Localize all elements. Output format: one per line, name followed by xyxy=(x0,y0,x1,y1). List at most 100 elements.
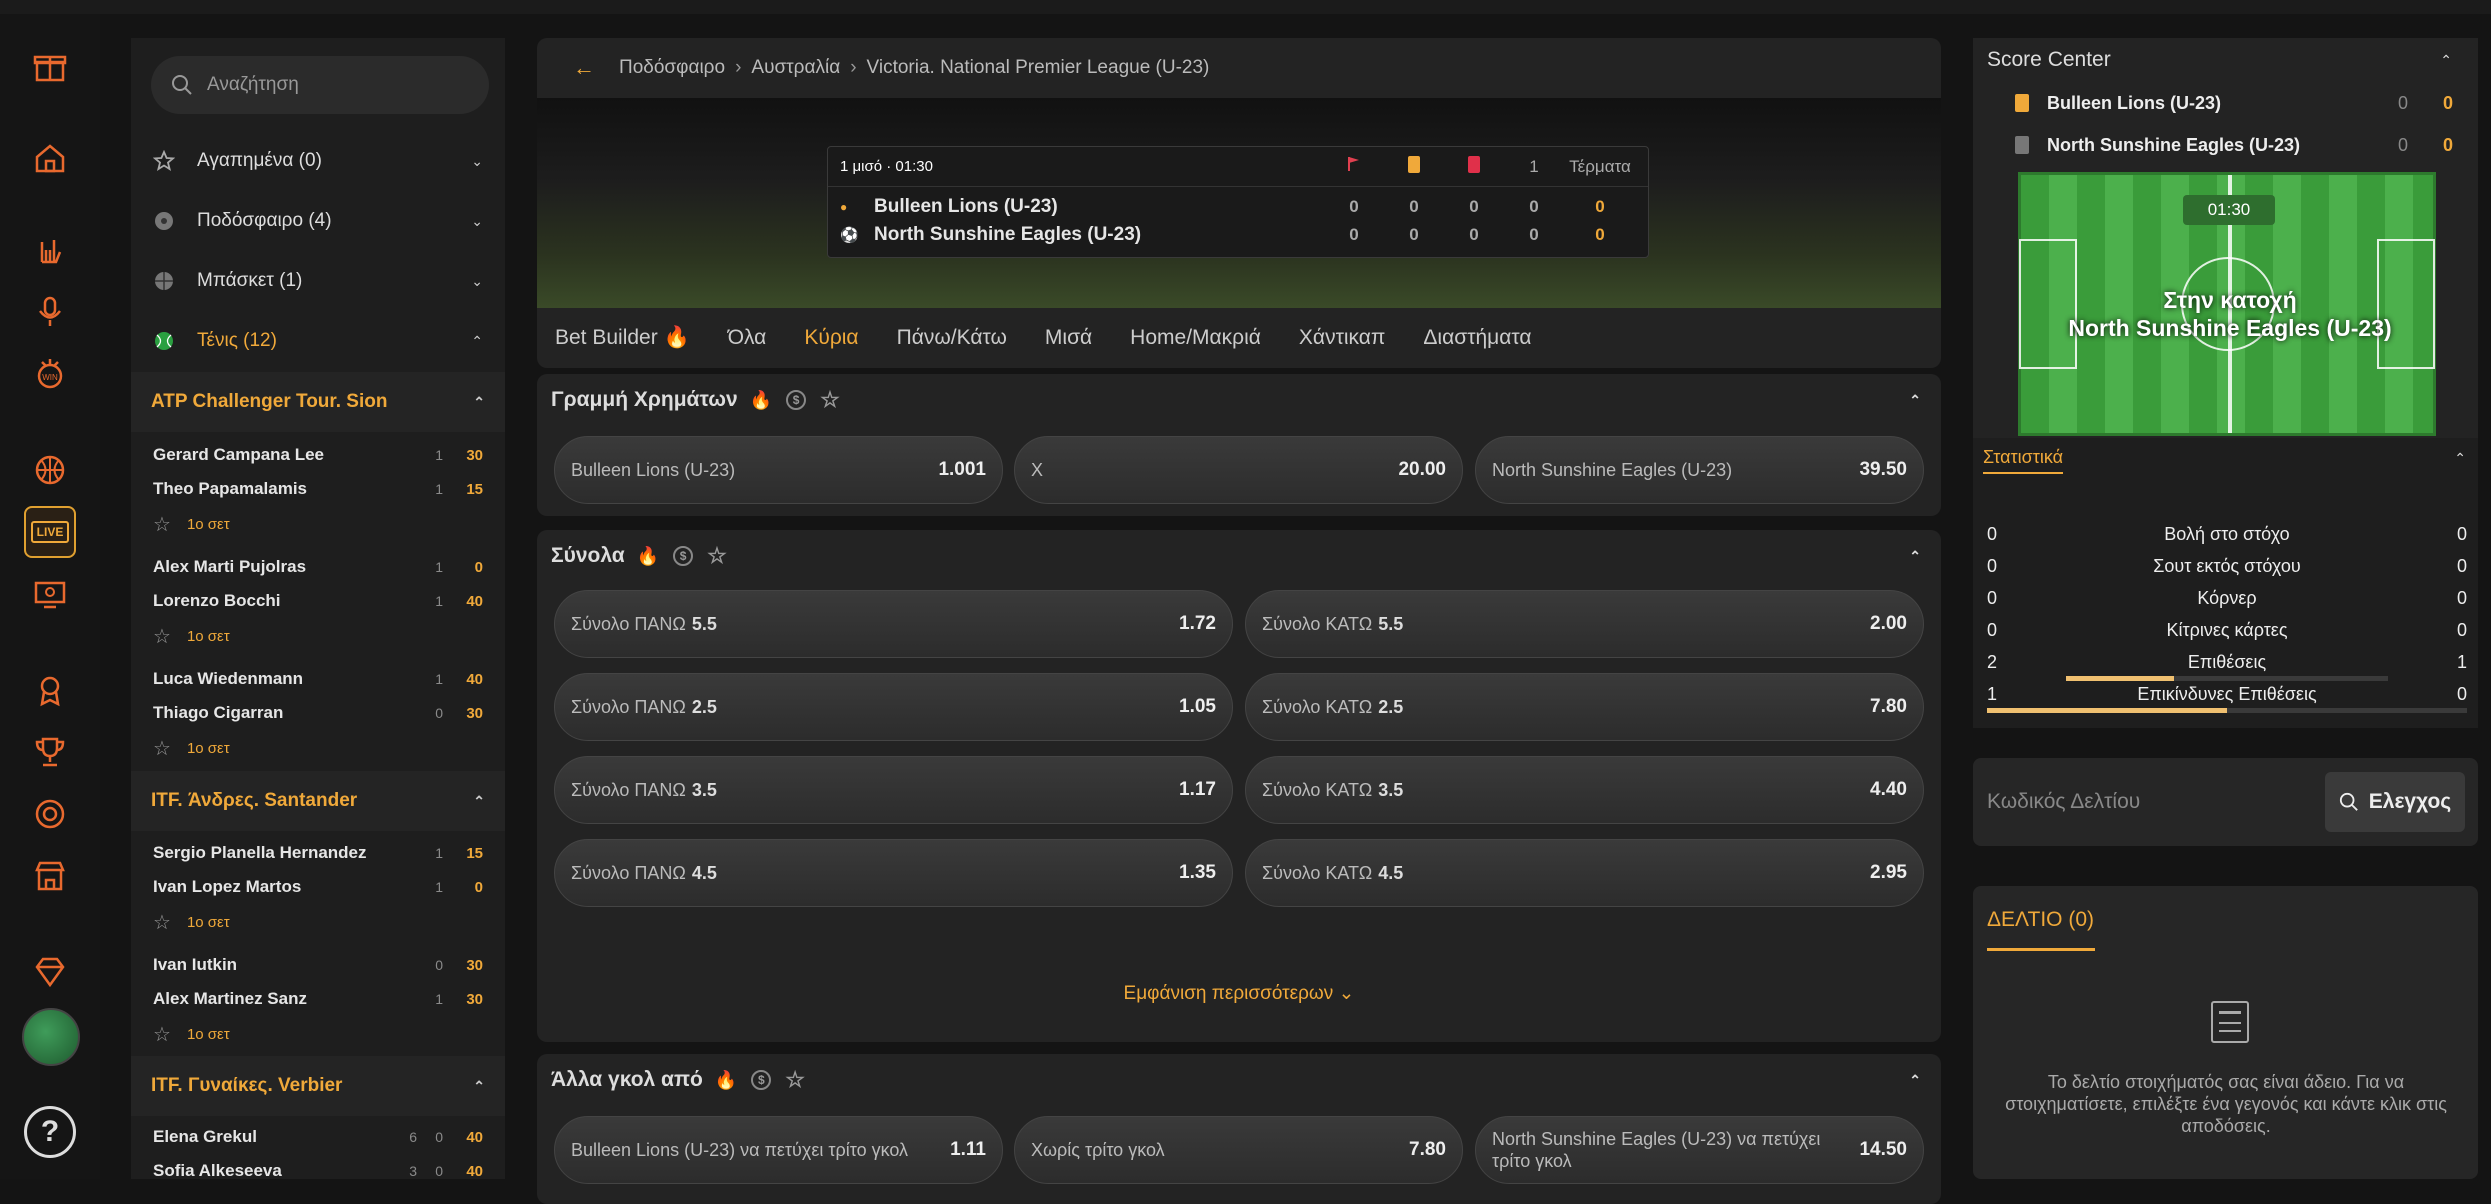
chevron-up-icon[interactable]: ⌃ xyxy=(1909,1072,1921,1089)
chevron-up-icon[interactable]: ⌃ xyxy=(1909,548,1921,565)
show-more-label: Εμφάνιση περισσότερων xyxy=(1123,983,1334,1004)
ticket-code-input[interactable] xyxy=(1987,772,2307,832)
search-box[interactable] xyxy=(151,56,489,114)
stat-away: 0 xyxy=(2456,524,2467,544)
favorite-star-icon[interactable]: ☆ xyxy=(153,512,171,537)
odd-line: 4.5 xyxy=(1378,862,1404,883)
breadcrumb-sport[interactable]: Ποδόσφαιρο xyxy=(619,57,725,79)
search-input[interactable] xyxy=(207,74,457,96)
microphone-icon[interactable] xyxy=(24,286,76,338)
tab-intervals[interactable]: Διαστήματα xyxy=(1423,326,1531,350)
live-button[interactable]: LIVE xyxy=(24,506,76,558)
basketball-icon[interactable] xyxy=(24,444,76,496)
odd-button[interactable]: North Sunshine Eagles (U-23) 39.50 xyxy=(1475,436,1924,504)
tab-all[interactable]: Όλα xyxy=(728,326,767,350)
match-item[interactable]: Elena Grekul 6 0 40 Sofia Alkeseeva 3 0 40 xyxy=(131,1120,505,1179)
stat-row: 0 Κόρνερ 0 xyxy=(1987,584,2467,616)
match-item[interactable]: Luca Wiedenmann 1 40 Thiago Cigarran 0 30 ☆ 1… xyxy=(131,662,505,772)
favorite-star-icon[interactable]: ☆ xyxy=(820,387,840,413)
category-favorites[interactable]: Αγαπημένα (0) ⌄ xyxy=(131,132,505,190)
favorite-star-icon[interactable]: ☆ xyxy=(707,543,727,569)
gift-icon[interactable] xyxy=(24,40,76,92)
odd-button[interactable]: Σύνολο ΠΑΝΩ 2.5 1.05 xyxy=(554,673,1233,741)
medal-icon[interactable] xyxy=(24,664,76,716)
category-tennis[interactable]: Τένις (12) ⌃ xyxy=(131,312,505,370)
match-item[interactable]: Sergio Planella Hernandez 1 15 Ivan Lopez … xyxy=(131,836,505,946)
market-tabs: Bet Builder 🔥 Όλα Κύρια Πάνω/Κάτω Μισά H… xyxy=(537,308,1941,368)
odd-button[interactable]: X 20.00 xyxy=(1014,436,1463,504)
category-basketball[interactable]: Μπάσκετ (1) ⌄ xyxy=(131,252,505,310)
match-item[interactable]: Gerard Campana Lee 1 30 Theo Papamalamis 1 1… xyxy=(131,438,505,548)
globe-language-icon[interactable] xyxy=(22,1008,80,1066)
odd-value: 2.95 xyxy=(1870,862,1907,883)
set-score: 1 xyxy=(435,481,443,497)
odd-button[interactable]: Σύνολο ΠΑΝΩ 3.5 1.17 xyxy=(554,756,1233,824)
odd-label: Σύνολο ΠΑΝΩ xyxy=(571,613,686,634)
tab-home-away[interactable]: Home/Μακριά xyxy=(1130,326,1261,350)
player-name: Luca Wiedenmann xyxy=(153,669,304,688)
odd-button[interactable]: Σύνολο ΠΑΝΩ 5.5 1.72 xyxy=(554,590,1233,658)
top-strip xyxy=(0,0,2491,14)
chip-icon[interactable] xyxy=(24,788,76,840)
game-score: 40 xyxy=(466,670,483,688)
chevron-up-icon[interactable]: ⌃ xyxy=(1909,392,1921,409)
player-name: Sergio Planella Hernandez xyxy=(153,843,367,862)
stat-bar xyxy=(1987,708,2467,713)
chevron-up-icon[interactable]: ⌃ xyxy=(2454,450,2466,471)
win-icon[interactable]: WIN xyxy=(24,348,76,400)
tab-halves[interactable]: Μισά xyxy=(1045,326,1092,350)
diamond-icon[interactable] xyxy=(24,946,76,998)
breadcrumb-league[interactable]: Victoria. National Premier League (U-23) xyxy=(867,57,1210,79)
odd-button[interactable]: Χωρίς τρίτο γκολ 7.80 xyxy=(1014,1116,1463,1184)
odd-label: Σύνολο ΚΑΤΩ xyxy=(1262,613,1373,634)
odd-button[interactable]: North Sunshine Eagles (U-23) να πετύχει … xyxy=(1475,1116,1924,1184)
stat-away: 0 xyxy=(2456,556,2467,576)
tab-main[interactable]: Κύρια xyxy=(804,326,858,350)
category-football[interactable]: Ποδόσφαιρο (4) ⌄ xyxy=(131,192,505,250)
trophy-icon[interactable] xyxy=(24,726,76,778)
odd-button[interactable]: Σύνολο ΚΑΤΩ 2.5 7.80 xyxy=(1245,673,1924,741)
chevron-up-icon[interactable]: ⌃ xyxy=(2440,52,2452,69)
odd-button[interactable]: Σύνολο ΚΑΤΩ 3.5 4.40 xyxy=(1245,756,1924,824)
breadcrumb-separator: › xyxy=(850,57,857,78)
match-hero: 1 μισό · 01:30 1 Τέρματα ● Bulleen Lions… xyxy=(537,98,1941,308)
league-header[interactable]: ATP Challenger Tour. Sion ⌃ xyxy=(131,372,505,432)
game-score: 30 xyxy=(466,990,483,1008)
odd-button[interactable]: Bulleen Lions (U-23) 1.001 xyxy=(554,436,1003,504)
favorite-star-icon[interactable]: ☆ xyxy=(153,736,171,761)
breadcrumb-country[interactable]: Αυστραλία xyxy=(751,57,840,79)
show-more-link[interactable]: Εμφάνιση περισσότερων ⌄ xyxy=(537,982,1941,1005)
svg-text:WIN: WIN xyxy=(42,373,58,382)
back-arrow-icon[interactable]: ← xyxy=(573,55,595,81)
stat-label: Κίτρινες κάρτες xyxy=(2166,620,2288,640)
favorite-star-icon[interactable]: ☆ xyxy=(785,1067,805,1093)
statistics-title[interactable]: Στατιστικά xyxy=(1983,447,2064,474)
favorite-star-icon[interactable]: ☆ xyxy=(153,1022,171,1047)
favorite-star-icon[interactable]: ☆ xyxy=(153,624,171,649)
red-card-icon xyxy=(1444,155,1504,178)
odd-button[interactable]: Σύνολο ΠΑΝΩ 4.5 1.35 xyxy=(554,839,1233,907)
rock-hand-icon[interactable] xyxy=(24,224,76,276)
league-header[interactable]: ITF. Γυναίκες. Verbier ⌃ xyxy=(131,1056,505,1116)
betslip-title[interactable]: ΔΕΛΤΙΟ (0) xyxy=(1987,908,2094,932)
virtual-sports-icon[interactable] xyxy=(24,568,76,620)
odd-button[interactable]: Σύνολο ΚΑΤΩ 4.5 2.95 xyxy=(1245,839,1924,907)
odd-label: Σύνολο ΚΑΤΩ xyxy=(1262,862,1373,883)
league-header[interactable]: ITF. Άνδρες. Santander ⌃ xyxy=(131,771,505,831)
chevron-up-icon: ⌃ xyxy=(473,792,485,809)
favorite-star-icon[interactable]: ☆ xyxy=(153,910,171,935)
right-column: Score Center ⌃ Bulleen Lions (U-23) 0 0 Nor… xyxy=(1973,38,2478,1179)
home-icon[interactable] xyxy=(24,132,76,184)
chevron-up-icon: ⌃ xyxy=(473,393,485,410)
check-button[interactable]: Ελεγχος xyxy=(2325,772,2465,832)
tab-handicap[interactable]: Χάντικαπ xyxy=(1299,326,1385,350)
match-item[interactable]: Ivan Iutkin 0 30 Alex Martinez Sanz 1 30 ☆ 1ο… xyxy=(131,948,505,1058)
tab-bet-builder[interactable]: Bet Builder 🔥 xyxy=(555,326,690,350)
help-icon[interactable]: ? xyxy=(24,1106,76,1158)
odd-button[interactable]: Σύνολο ΚΑΤΩ 5.5 2.00 xyxy=(1245,590,1924,658)
tab-over-under[interactable]: Πάνω/Κάτω xyxy=(897,326,1007,350)
match-item[interactable]: Alex Marti Pujolras 1 0 Lorenzo Bocchi 1 40 … xyxy=(131,550,505,660)
odd-button[interactable]: Bulleen Lions (U-23) να πετύχει τρίτο γκ… xyxy=(554,1116,1003,1184)
score-cell: 0 xyxy=(2397,134,2408,155)
shop-icon[interactable] xyxy=(24,850,76,902)
